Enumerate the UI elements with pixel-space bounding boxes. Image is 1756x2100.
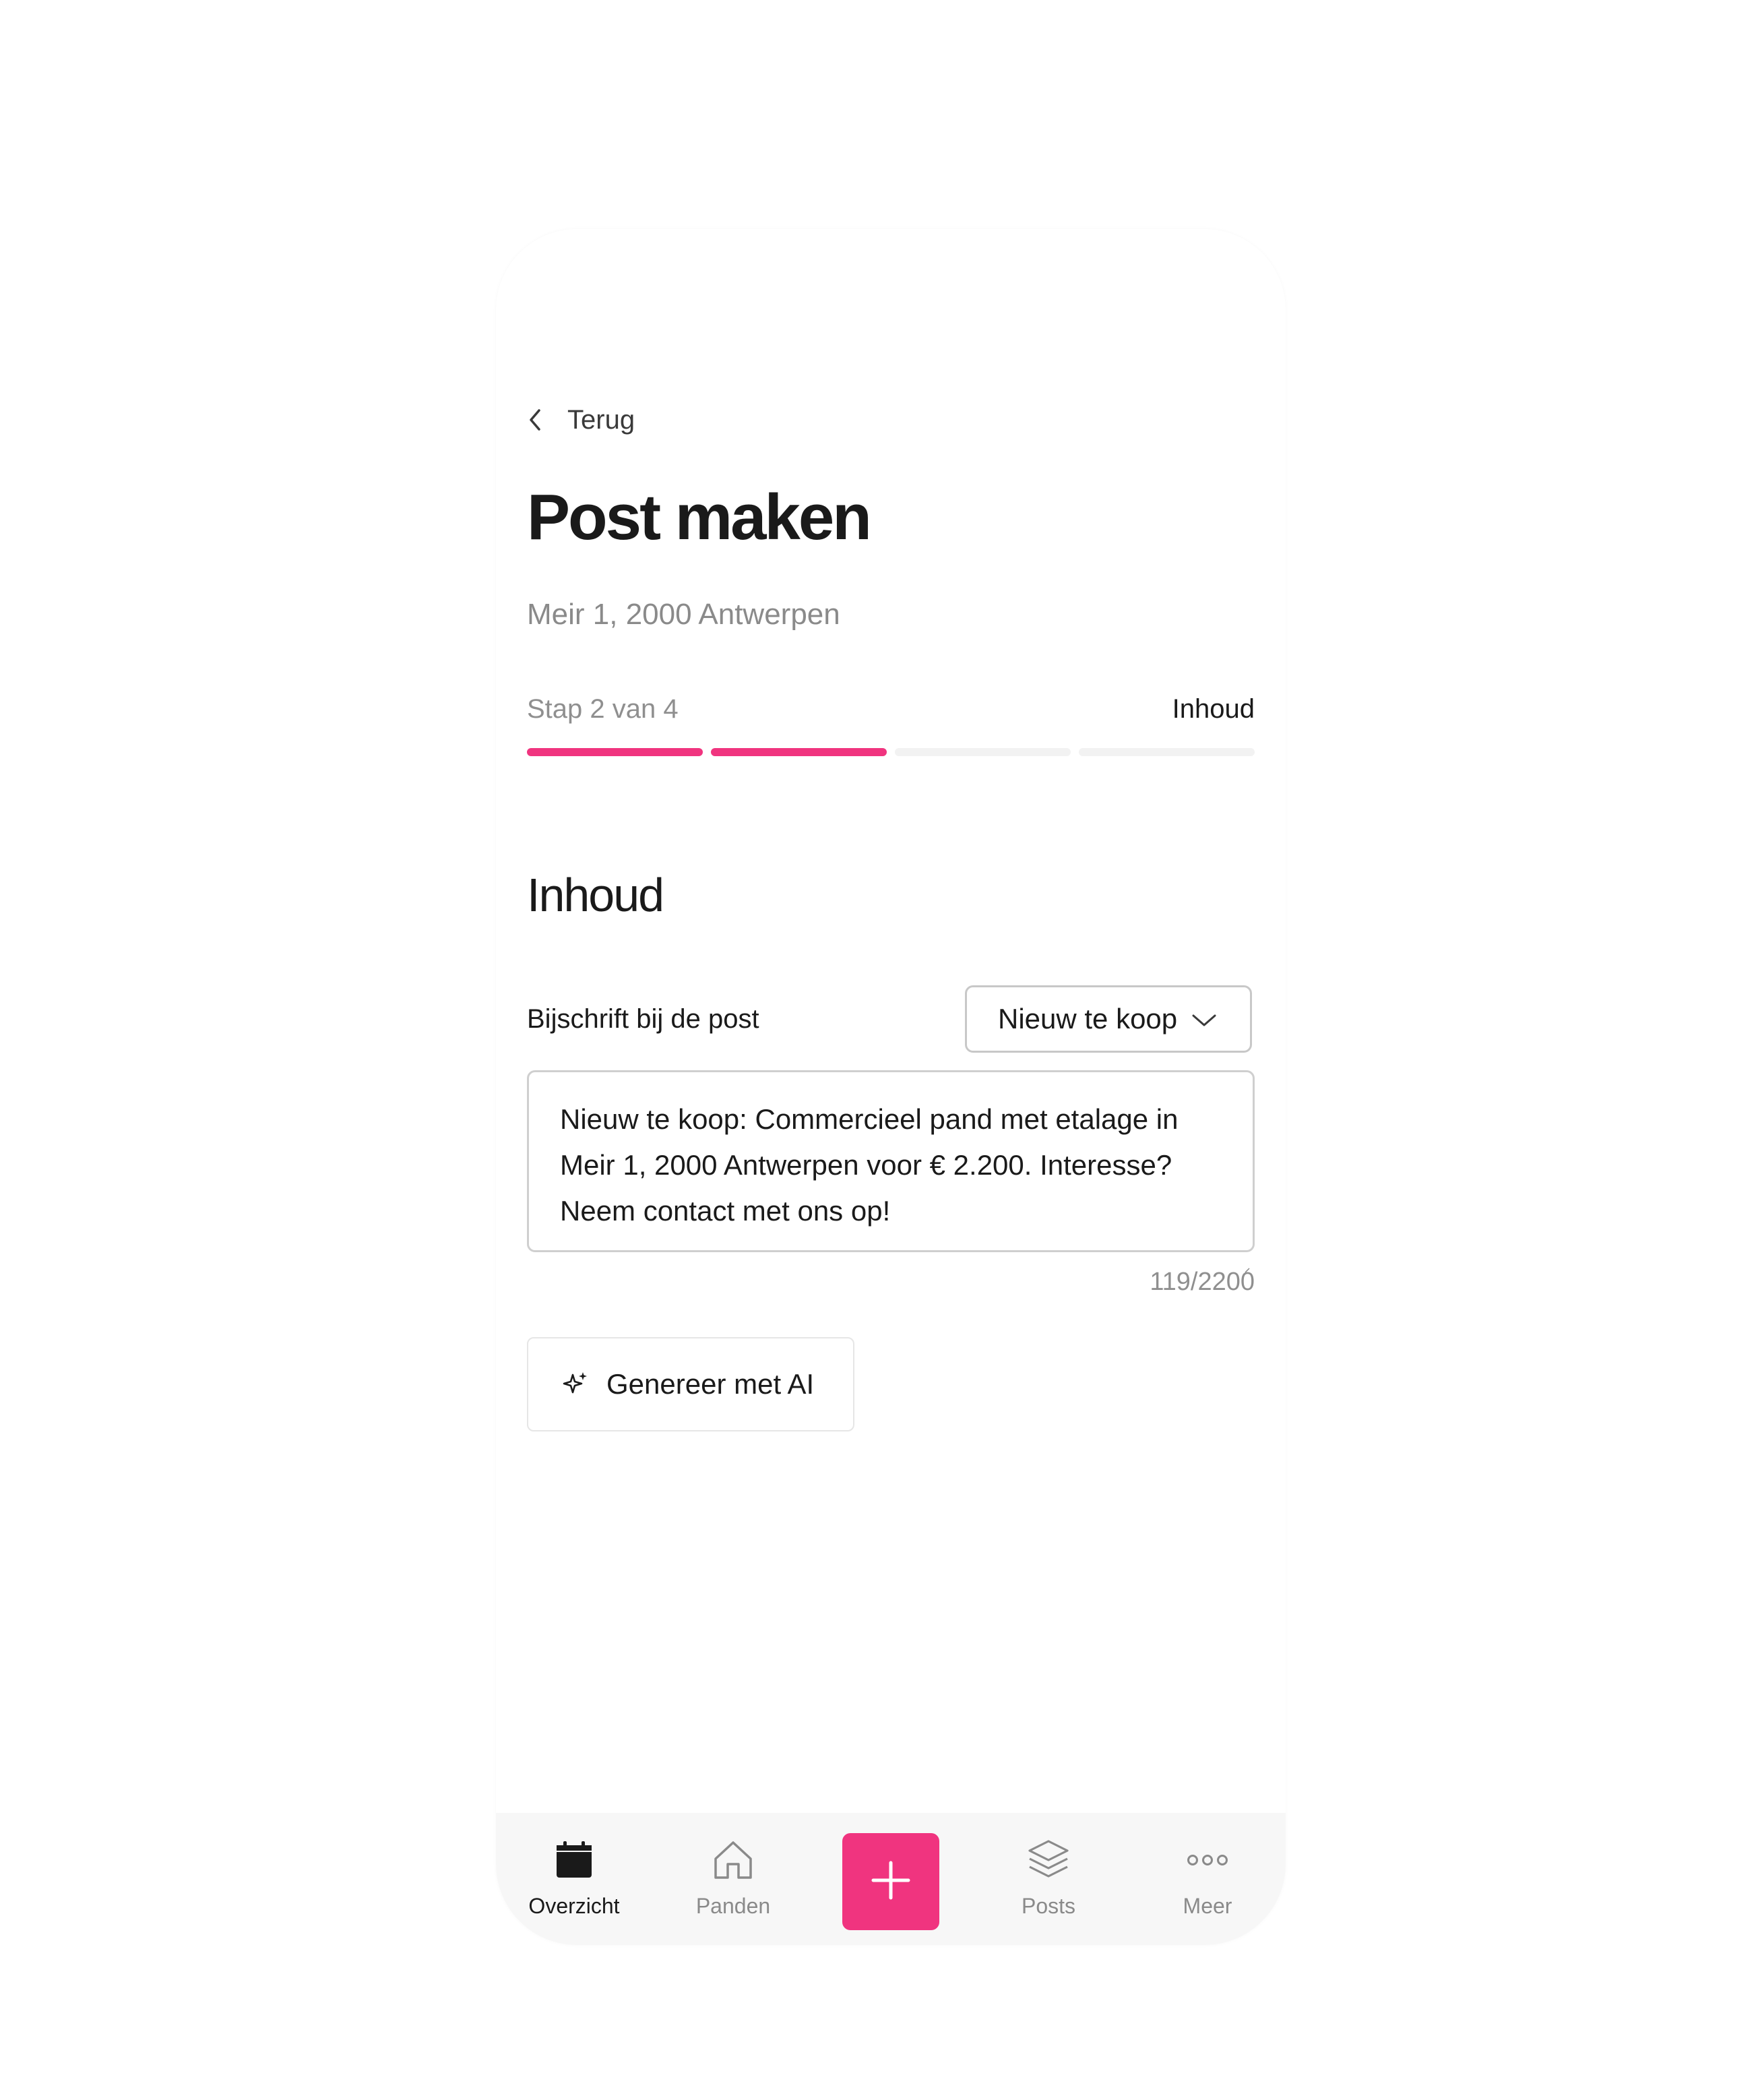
- plus-icon: [869, 1859, 912, 1905]
- create-post-button[interactable]: [842, 1833, 939, 1930]
- step-indicator: Stap 2 van 4: [527, 694, 679, 724]
- calendar-icon: [553, 1839, 596, 1882]
- sparkle-icon: [561, 1369, 590, 1399]
- phone-screen: Terug Post maken Meir 1, 2000 Antwerpen …: [496, 229, 1286, 1945]
- character-counter: 119/2200: [1150, 1268, 1255, 1296]
- tab-label: Posts: [1021, 1894, 1076, 1918]
- progress-segment: [711, 748, 887, 756]
- tab-panden[interactable]: Panden: [666, 1813, 801, 1945]
- progress-segment: [895, 748, 1071, 756]
- tab-posts[interactable]: Posts: [981, 1813, 1116, 1945]
- property-address: Meir 1, 2000 Antwerpen: [527, 598, 840, 631]
- tab-label: Overzicht: [528, 1894, 620, 1918]
- tab-label: Panden: [695, 1894, 771, 1918]
- tab-label: Meer: [1183, 1894, 1232, 1918]
- template-select[interactable]: Nieuw te koop: [965, 985, 1252, 1053]
- chevron-left-icon: [523, 408, 547, 432]
- resize-handle-icon[interactable]: [1243, 1241, 1250, 1273]
- progress-segment: [1079, 748, 1255, 756]
- back-button[interactable]: Terug: [523, 396, 635, 443]
- progress-segment: [527, 748, 703, 756]
- layers-icon: [1027, 1839, 1070, 1882]
- page-title: Post maken: [527, 481, 872, 553]
- back-label: Terug: [567, 404, 635, 435]
- generate-ai-label: Genereer met AI: [606, 1368, 815, 1400]
- caption-textarea[interactable]: Nieuw te koop: Commercieel pand met etal…: [527, 1070, 1255, 1273]
- caption-label: Bijschrift bij de post: [527, 1004, 759, 1034]
- template-select-value: Nieuw te koop: [998, 1003, 1178, 1034]
- tab-overzicht[interactable]: Overzicht: [507, 1813, 641, 1945]
- more-icon: [1186, 1839, 1229, 1882]
- generate-ai-button[interactable]: Genereer met AI: [527, 1337, 854, 1431]
- tab-meer[interactable]: Meer: [1140, 1813, 1275, 1945]
- section-title: Inhoud: [527, 869, 664, 921]
- bottom-tab-bar: Overzicht Panden Posts Meer: [496, 1813, 1286, 1945]
- chevron-down-icon: [1191, 1010, 1218, 1030]
- step-name: Inhoud: [1172, 694, 1255, 724]
- step-progress-bar: [527, 748, 1255, 756]
- caption-text: Nieuw te koop: Commercieel pand met etal…: [560, 1103, 1179, 1227]
- home-icon: [712, 1839, 755, 1882]
